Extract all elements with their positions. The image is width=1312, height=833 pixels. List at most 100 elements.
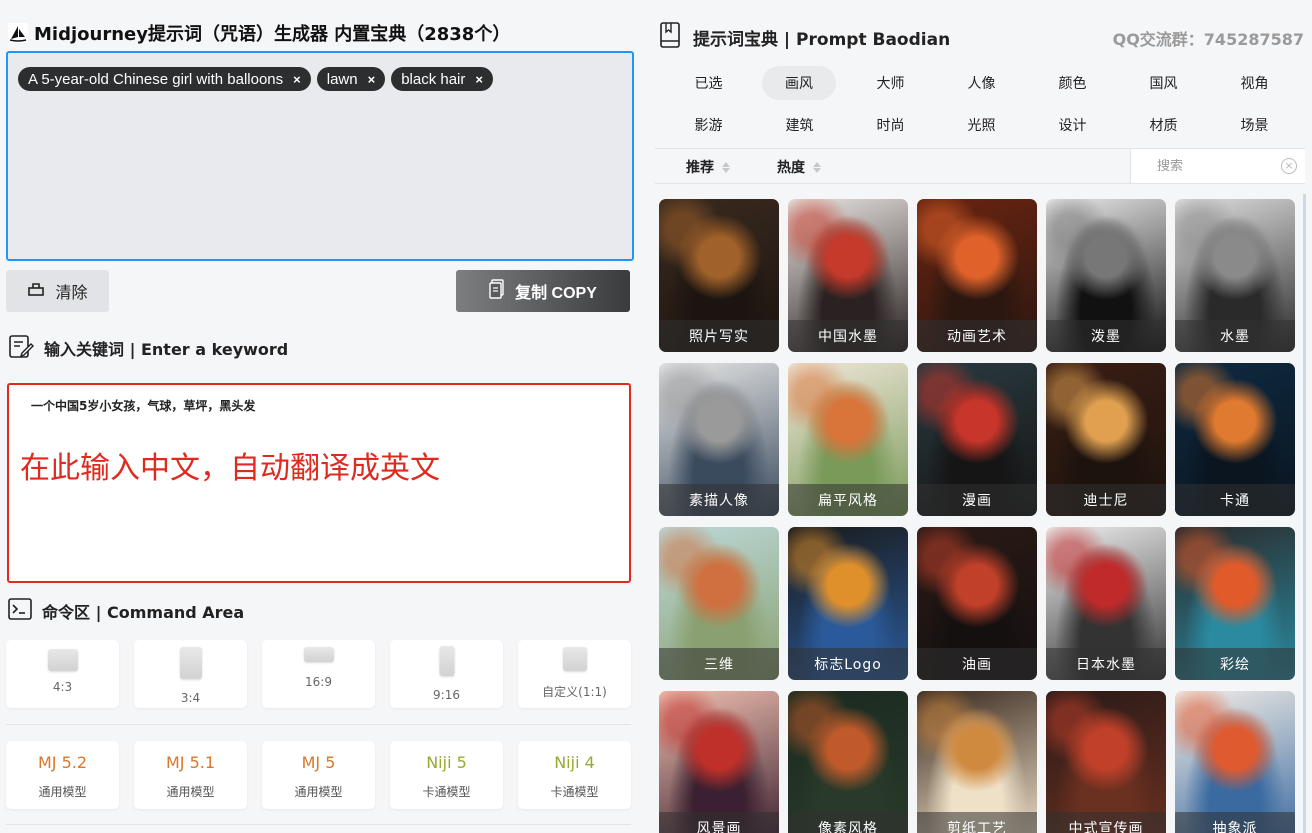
sort-hot[interactable]: 热度 xyxy=(777,157,821,177)
model-niji4-button[interactable]: Niji 4 卡通模型 xyxy=(518,741,631,809)
category-tab[interactable]: 场景 xyxy=(1209,108,1300,142)
sort-arrows-icon xyxy=(722,161,730,173)
prompt-tag[interactable]: lawn × xyxy=(316,67,386,91)
style-label: 抽象派 xyxy=(1175,812,1295,833)
category-tab[interactable]: 建筑 xyxy=(754,108,845,142)
category-tab[interactable]: 颜色 xyxy=(1027,66,1118,100)
style-card[interactable]: 迪士尼 xyxy=(1046,363,1166,516)
remove-tag-icon[interactable]: × xyxy=(368,72,376,87)
command-divider xyxy=(6,724,631,725)
style-card[interactable]: 中国水墨 xyxy=(788,199,908,352)
category-tab[interactable]: 人像 xyxy=(936,66,1027,100)
model-name: MJ 5.1 xyxy=(165,753,216,772)
remove-tag-icon[interactable]: × xyxy=(475,72,483,87)
style-label: 剪纸工艺 xyxy=(917,812,1037,833)
style-card[interactable]: 泼墨 xyxy=(1046,199,1166,352)
style-label: 三维 xyxy=(659,648,779,680)
style-card[interactable]: 风景画 xyxy=(659,691,779,833)
style-label: 日本水墨 xyxy=(1046,648,1166,680)
style-card[interactable]: 日本水墨 xyxy=(1046,527,1166,680)
category-tab[interactable]: 设计 xyxy=(1027,108,1118,142)
model-name: MJ 5 xyxy=(301,753,336,772)
style-card[interactable]: 彩绘 xyxy=(1175,527,1295,680)
remove-tag-icon[interactable]: × xyxy=(293,72,301,87)
model-row: MJ 5.2 通用模型 MJ 5.1 通用模型 MJ 5 通用模型 Niji 5… xyxy=(6,741,631,809)
keyword-input-value: 一个中国5岁小女孩，气球，草坪，黑头发 xyxy=(31,399,256,413)
category-tab[interactable]: 已选 xyxy=(663,66,754,100)
model-type: 通用模型 xyxy=(38,785,87,799)
style-card[interactable]: 照片写实 xyxy=(659,199,779,352)
copy-icon xyxy=(489,278,505,304)
model-mj51-button[interactable]: MJ 5.1 通用模型 xyxy=(134,741,247,809)
baodian-title: 提示词宝典 | Prompt Baodian xyxy=(659,22,950,53)
style-label: 标志Logo xyxy=(788,648,908,680)
style-label: 彩绘 xyxy=(1175,648,1295,680)
clear-button-label: 清除 xyxy=(55,285,88,302)
ratio-16-9-button[interactable]: 16:9 xyxy=(262,640,375,708)
category-tab[interactable]: 画风 xyxy=(762,66,836,100)
category-tab[interactable]: 材质 xyxy=(1118,108,1209,142)
ratio-3-4-button[interactable]: 3:4 xyxy=(134,640,247,708)
style-label: 照片写实 xyxy=(659,320,779,352)
style-card[interactable]: 漫画 xyxy=(917,363,1037,516)
style-card[interactable]: 卡通 xyxy=(1175,363,1295,516)
category-tab[interactable]: 视角 xyxy=(1209,66,1300,100)
ratio-label: 4:3 xyxy=(52,680,73,694)
app-title-text: Midjourney提示词（咒语）生成器 内置宝典（2838个） xyxy=(34,24,511,45)
ratio-label: 16:9 xyxy=(305,675,332,689)
keyword-input[interactable]: 一个中国5岁小女孩，气球，草坪，黑头发 在此输入中文，自动翻译成英文 xyxy=(7,383,631,583)
style-card[interactable]: 水墨 xyxy=(1175,199,1295,352)
prompt-tag-box[interactable]: A 5-year-old Chinese girl with balloons … xyxy=(6,51,634,261)
ratio-4-3-icon xyxy=(47,649,78,671)
style-card[interactable]: 标志Logo xyxy=(788,527,908,680)
model-type: 通用模型 xyxy=(294,785,343,799)
category-tab[interactable]: 国风 xyxy=(1118,66,1209,100)
ratio-9-16-button[interactable]: 9:16 xyxy=(390,640,503,708)
style-card[interactable]: 三维 xyxy=(659,527,779,680)
style-card[interactable]: 剪纸工艺 xyxy=(917,691,1037,833)
qq-group-number: QQ交流群：745287587 xyxy=(1112,30,1304,49)
model-name: Niji 4 xyxy=(554,753,595,772)
gallery-scrollbar[interactable] xyxy=(1303,194,1306,833)
ratio-4-3-button[interactable]: 4:3 xyxy=(6,640,119,708)
model-niji5-button[interactable]: Niji 5 卡通模型 xyxy=(390,741,503,809)
sort-recommend[interactable]: 推荐 xyxy=(686,157,730,177)
ratio-custom-button[interactable]: 自定义(1:1) xyxy=(518,640,631,708)
model-mj52-button[interactable]: MJ 5.2 通用模型 xyxy=(6,741,119,809)
ratio-9-16-icon xyxy=(439,646,454,676)
category-tab[interactable]: 影游 xyxy=(663,108,754,142)
style-label: 动画艺术 xyxy=(917,320,1037,352)
style-gallery: 照片写实 中国水墨 动画艺术 泼墨 水墨素描人像 扁平风格 漫画 迪士尼 卡通三维 标志Logo 油… xyxy=(659,199,1299,833)
midjourney-logo-icon xyxy=(8,23,28,43)
ratio-3-4-icon xyxy=(179,647,202,679)
keyword-input-hint: 在此输入中文，自动翻译成英文 xyxy=(20,451,440,486)
copy-button[interactable]: 复制 COPY xyxy=(456,270,630,312)
model-name: Niji 5 xyxy=(426,753,467,772)
style-card[interactable]: 像素风格 xyxy=(788,691,908,833)
generator-panel: Midjourney提示词（咒语）生成器 内置宝典（2838个） A 5-yea… xyxy=(0,0,640,833)
style-card[interactable]: 扁平风格 xyxy=(788,363,908,516)
prompt-tag[interactable]: A 5-year-old Chinese girl with balloons … xyxy=(18,67,311,91)
sort-hot-label: 热度 xyxy=(777,160,805,176)
model-type: 卡通模型 xyxy=(550,785,599,799)
style-card[interactable]: 抽象派 xyxy=(1175,691,1295,833)
style-card[interactable]: 油画 xyxy=(917,527,1037,680)
sort-bar: 推荐 热度 × xyxy=(655,148,1305,184)
style-card[interactable]: 素描人像 xyxy=(659,363,779,516)
category-tab[interactable]: 光照 xyxy=(936,108,1027,142)
model-name: MJ 5.2 xyxy=(37,753,88,772)
copy-button-label: 复制 COPY xyxy=(515,285,597,302)
clear-search-icon[interactable]: × xyxy=(1281,158,1297,174)
style-card[interactable]: 动画艺术 xyxy=(917,199,1037,352)
sort-recommend-label: 推荐 xyxy=(686,160,714,176)
category-tab[interactable]: 时尚 xyxy=(845,108,936,142)
model-type: 通用模型 xyxy=(166,785,215,799)
style-card[interactable]: 中式宣传画 xyxy=(1046,691,1166,833)
baodian-title-text: 提示词宝典 | Prompt Baodian xyxy=(693,30,951,50)
search-input[interactable] xyxy=(1157,158,1277,174)
edit-note-icon xyxy=(8,333,34,363)
model-mj5-button[interactable]: MJ 5 通用模型 xyxy=(262,741,375,809)
clear-button[interactable]: 清除 xyxy=(6,270,109,312)
prompt-tag[interactable]: black hair × xyxy=(391,67,493,91)
category-tab[interactable]: 大师 xyxy=(845,66,936,100)
